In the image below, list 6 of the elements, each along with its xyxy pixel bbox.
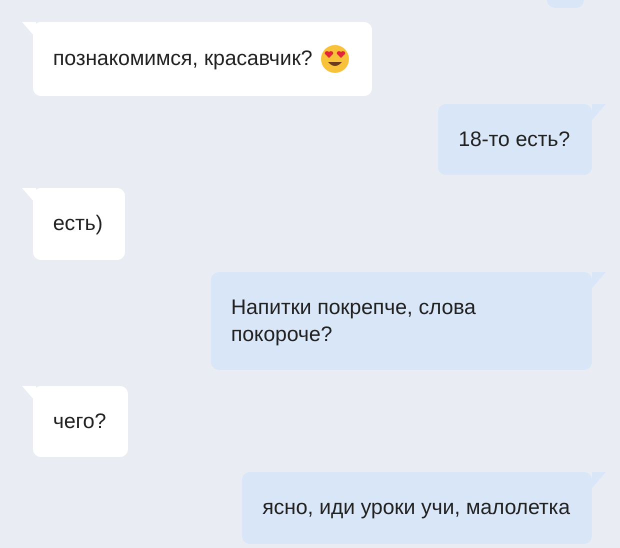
message-text: познакомимся, красавчик? <box>53 46 312 72</box>
message-text: Напитки покрепче, слова покороче? <box>231 294 477 348</box>
message-text: ясно, иди уроки учи, малолетка <box>262 495 570 522</box>
message-text: есть) <box>53 211 103 238</box>
message-text: 18-то есть? <box>458 127 570 153</box>
message-text: чего? <box>53 409 106 436</box>
